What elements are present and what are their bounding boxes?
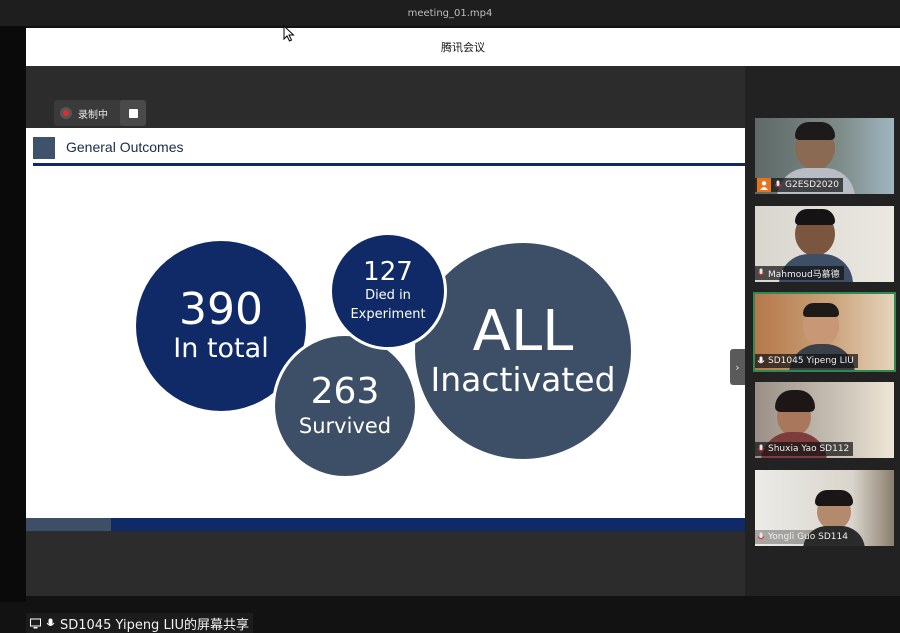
mic-icon	[757, 268, 765, 276]
bubble-died-number: 127	[363, 257, 413, 287]
participant-tile[interactable]: Shuxia Yao SD112	[753, 380, 896, 460]
participant-name-bar: G2ESD2020	[755, 178, 843, 192]
bubble-total-label: In total	[173, 333, 269, 364]
video-file-name: meeting_01.mp4	[407, 7, 493, 19]
participant-name-bar: Mahmoud马慕德	[755, 266, 844, 280]
recording-indicator[interactable]: 录制中	[54, 100, 146, 126]
app-title: 腾讯会议	[441, 41, 485, 54]
slide-title: General Outcomes	[66, 139, 184, 155]
participant-tile[interactable]: Yongli Guo SD114	[753, 468, 896, 548]
bubble-died: 127 Died in Experiment	[329, 232, 447, 350]
recording-label: 录制中	[78, 109, 108, 121]
screen-share-icon	[30, 618, 41, 628]
participant-name: Shuxia Yao SD112	[768, 444, 850, 454]
screen-share-owner: SD1045 Yipeng LIU的屏幕共享	[60, 617, 250, 633]
record-dot-icon	[60, 107, 72, 119]
bubble-died-label-line1: Died in	[365, 288, 411, 303]
mic-icon	[46, 618, 55, 626]
cursor-icon	[283, 25, 295, 42]
bubble-survived: 263 Survived	[272, 333, 418, 479]
participant-name: Mahmoud马慕德	[768, 269, 840, 280]
bubble-total-number: 390	[179, 284, 263, 335]
mic-icon	[757, 356, 765, 364]
participants-panel: G2ESD2020 Mahmoud马慕德 SD1045 Yipeng LIU S…	[745, 66, 900, 596]
chevron-right-icon: ›	[735, 360, 740, 374]
mic-icon	[757, 532, 765, 540]
meeting-app-window: 腾讯会议 录制中 General Outcomes 390 In total 2…	[26, 25, 900, 633]
mic-icon	[774, 180, 782, 188]
slide-footer-bar-right	[111, 518, 745, 531]
participant-tile[interactable]: Mahmoud马慕德	[753, 204, 896, 284]
slide-title-marker	[33, 137, 55, 159]
mic-icon	[757, 444, 765, 452]
bubble-inactivated: ALL Inactivated	[412, 240, 634, 462]
video-player-bar: meeting_01.mp4	[0, 0, 900, 26]
bubble-died-label-line2: Experiment	[350, 307, 426, 322]
screen-share-area: 录制中 General Outcomes 390 In total 263 Su…	[26, 66, 745, 633]
app-title-bar: 腾讯会议	[26, 28, 900, 66]
participant-name-bar: Shuxia Yao SD112	[755, 442, 854, 456]
slide-title-rule	[33, 163, 745, 166]
slide-footer-bar-left	[26, 518, 111, 531]
stop-recording-button[interactable]	[120, 100, 146, 126]
participant-name: SD1045 Yipeng LIU	[768, 356, 854, 366]
participant-tile[interactable]: G2ESD2020	[753, 116, 896, 196]
bubble-survived-number: 263	[310, 371, 380, 412]
participant-name-bar: Yongli Guo SD114	[755, 530, 852, 544]
bubble-inactivated-label: Inactivated	[430, 360, 616, 399]
screen-share-label: SD1045 Yipeng LIU的屏幕共享	[26, 613, 254, 633]
user-avatar-icon	[757, 178, 771, 192]
stop-icon	[128, 108, 138, 118]
participant-name: Yongli Guo SD114	[768, 532, 848, 542]
presentation-slide: General Outcomes 390 In total 263 Surviv…	[26, 128, 745, 531]
bubble-survived-label: Survived	[298, 414, 392, 438]
participant-name-bar: SD1045 Yipeng LIU	[755, 354, 858, 368]
left-letterbox	[0, 26, 26, 602]
participant-tile-active[interactable]: SD1045 Yipeng LIU	[753, 292, 896, 372]
bubble-inactivated-number: ALL	[472, 299, 574, 364]
collapse-panel-button[interactable]: ›	[730, 349, 745, 385]
participant-name: G2ESD2020	[785, 180, 839, 190]
